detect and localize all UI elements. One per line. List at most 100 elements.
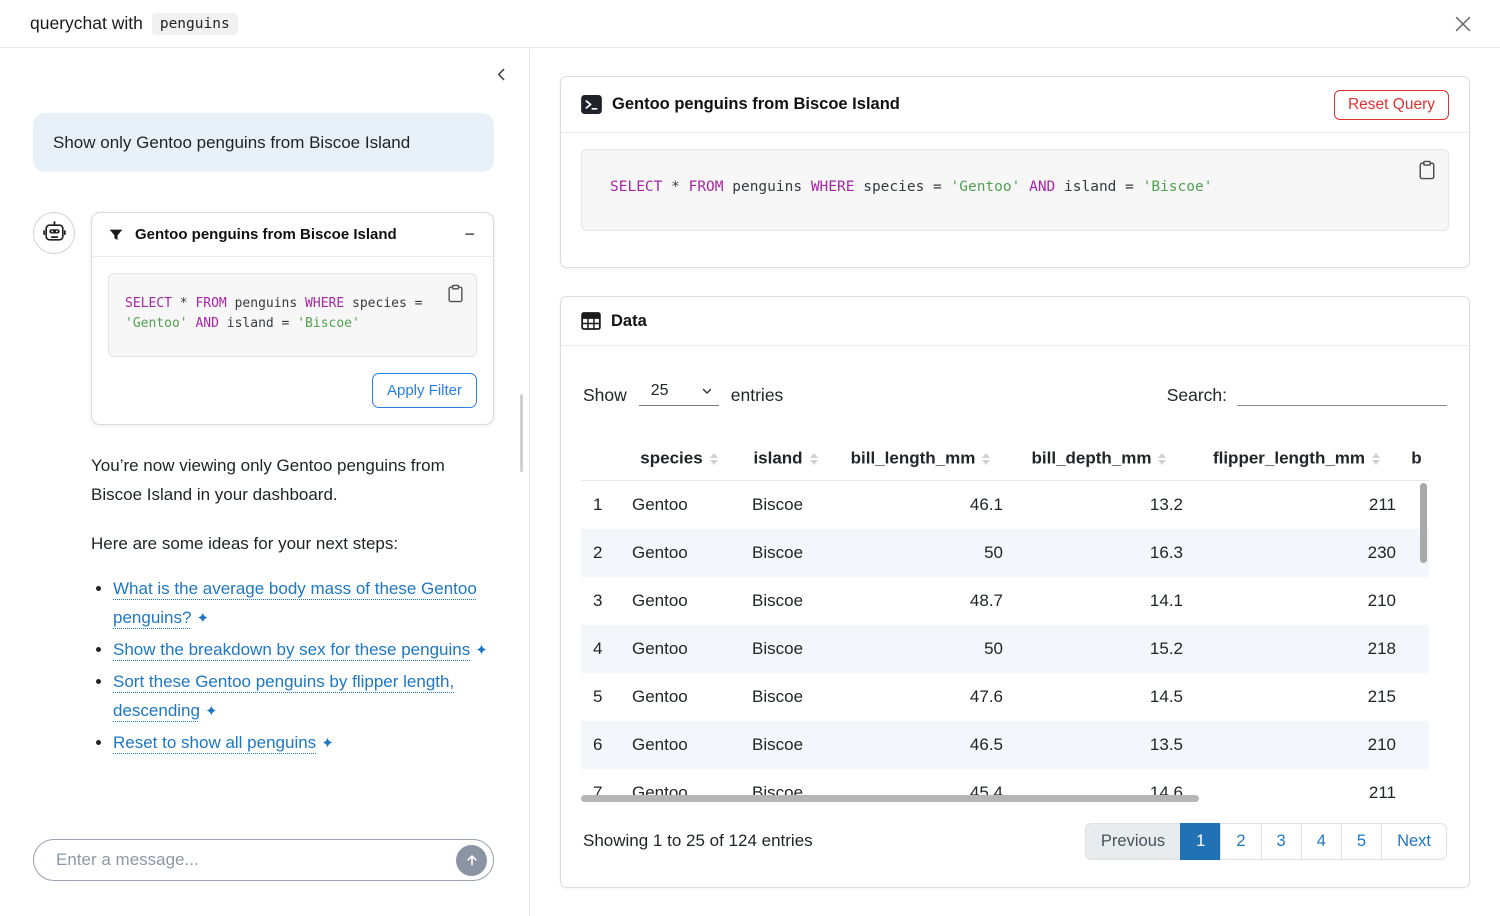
app-title-text: querychat with [30,13,143,34]
data-card-title: Data [611,312,647,331]
assistant-message: Gentoo penguins from Biscoe Island − [33,212,494,760]
sort-icon [982,453,990,465]
sql-code-block: SELECT * FROM penguins WHERE species = '… [108,273,477,357]
column-header-species[interactable]: species [619,438,739,480]
table-info: Showing 1 to 25 of 124 entries [583,831,813,851]
sql-query-text: SELECT * FROM penguins WHERE species = '… [125,294,425,334]
table-cell: 5 [581,673,619,721]
show-label: Show [583,385,627,406]
table-cell: 13.2 [1009,481,1189,529]
table-cell: 16.3 [1009,529,1189,577]
table-cell: 13.5 [1009,721,1189,769]
table-cell: 6 [581,721,619,769]
search-label: Search: [1167,385,1227,406]
main-panel: Gentoo penguins from Biscoe Island Reset… [531,49,1500,916]
table-row[interactable]: 2GentooBiscoe5016.3230 [581,529,1429,577]
page-length-select[interactable]: 25 [639,380,719,406]
table-cell: 211 [1189,481,1404,529]
vertical-scrollbar[interactable] [1420,483,1427,563]
entries-label: entries [731,385,784,406]
table-cell: Gentoo [619,721,739,769]
suggestion-item: Show the breakdown by sex for these peng… [113,635,494,665]
sort-icon [1372,453,1380,465]
table-cell [1404,721,1429,769]
table-cell [1404,577,1429,625]
column-header-b: b [1404,438,1429,480]
assistant-message-content: Gentoo penguins from Biscoe Island − [91,212,494,760]
table-header-row: speciesislandbill_length_mmbill_depth_mm… [581,438,1429,480]
table-row[interactable]: 1GentooBiscoe46.113.2211 [581,481,1429,529]
search-input[interactable] [1237,380,1447,406]
chat-sidebar: Show only Gentoo penguins from Biscoe Is… [0,49,530,916]
table-cell: 211 [1189,769,1404,803]
table-cell: 2 [581,529,619,577]
query-card-title: Gentoo penguins from Biscoe Island [612,95,900,114]
sparkle-icon: ✦ [321,735,334,752]
suggestion-link[interactable]: Show the breakdown by sex for these peng… [113,640,488,659]
apply-filter-button[interactable]: Apply Filter [372,373,477,408]
table-cell: Biscoe [739,625,832,673]
table-cell: 46.1 [832,481,1009,529]
table-row[interactable]: 5GentooBiscoe47.614.5215 [581,673,1429,721]
column-header [581,438,619,480]
horizontal-scrollbar[interactable] [581,795,1199,802]
message-input[interactable] [54,849,456,871]
table-cell: 218 [1189,625,1404,673]
suggestion-link[interactable]: Reset to show all penguins✦ [113,733,334,752]
column-header-bill_length_mm[interactable]: bill_length_mm [832,438,1009,480]
table-row[interactable]: 6GentooBiscoe46.513.5210 [581,721,1429,769]
user-message-text: Show only Gentoo penguins from Biscoe Is… [53,133,410,152]
page-button-1[interactable]: 1 [1180,823,1221,860]
column-header-flipper_length_mm[interactable]: flipper_length_mm [1189,438,1404,480]
page-button-3[interactable]: 3 [1261,823,1302,860]
page-button-4[interactable]: 4 [1301,823,1342,860]
table-cell: 15.2 [1009,625,1189,673]
chevron-down-icon [701,385,713,397]
table-cell: 50 [832,625,1009,673]
page-title: querychat with penguins [30,13,238,35]
close-button[interactable] [1452,13,1474,35]
filter-card-title: Gentoo penguins from Biscoe Island [135,226,451,243]
sort-icon [710,453,718,465]
robot-icon [41,220,68,247]
sparkle-icon: ✦ [196,610,209,627]
table-cell: 46.5 [832,721,1009,769]
filter-card: Gentoo penguins from Biscoe Island − [91,212,494,425]
table-cell: Biscoe [739,673,832,721]
suggestion-link[interactable]: Sort these Gentoo penguins by flipper le… [113,672,454,720]
copy-button[interactable] [445,282,466,305]
send-arrow-icon [464,852,480,868]
terminal-icon [581,95,602,114]
table-cell: Biscoe [739,721,832,769]
filter-card-body: SELECT * FROM penguins WHERE species = '… [92,257,493,424]
suggestion-link[interactable]: What is the average body mass of these G… [113,579,477,627]
filter-card-actions: Apply Filter [108,373,477,408]
chat-input-row [33,839,494,881]
reset-query-button[interactable]: Reset Query [1334,90,1449,120]
table-cell: 210 [1189,577,1404,625]
table-cell: Gentoo [619,577,739,625]
sort-icon [810,453,818,465]
app-window: querychat with penguins Show only Gentoo… [0,0,1500,916]
sidebar-scrollbar[interactable] [520,394,523,472]
sql-query-text: SELECT * FROM penguins WHERE species = '… [610,176,1420,198]
column-header-island[interactable]: island [739,438,832,480]
close-icon [1452,13,1474,35]
table-cell [1404,673,1429,721]
page-button-2[interactable]: 2 [1220,823,1261,860]
table-row[interactable]: 3GentooBiscoe48.714.1210 [581,577,1429,625]
sparkle-icon: ✦ [205,703,218,720]
copy-button[interactable] [1416,158,1438,182]
table-cell: Gentoo [619,673,739,721]
table-row[interactable]: 4GentooBiscoe5015.2218 [581,625,1429,673]
table-body: 1GentooBiscoe46.113.22112GentooBiscoe501… [581,481,1429,803]
query-card: Gentoo penguins from Biscoe Island Reset… [560,76,1470,268]
table-cell: 48.7 [832,577,1009,625]
page-button-5[interactable]: 5 [1341,823,1382,860]
page-button-next[interactable]: Next [1381,823,1447,860]
column-header-bill_depth_mm[interactable]: bill_depth_mm [1009,438,1189,480]
table-cell: 47.6 [832,673,1009,721]
filter-card-collapse-button[interactable]: − [462,224,477,245]
send-button[interactable] [456,845,487,876]
table-cell: 230 [1189,529,1404,577]
